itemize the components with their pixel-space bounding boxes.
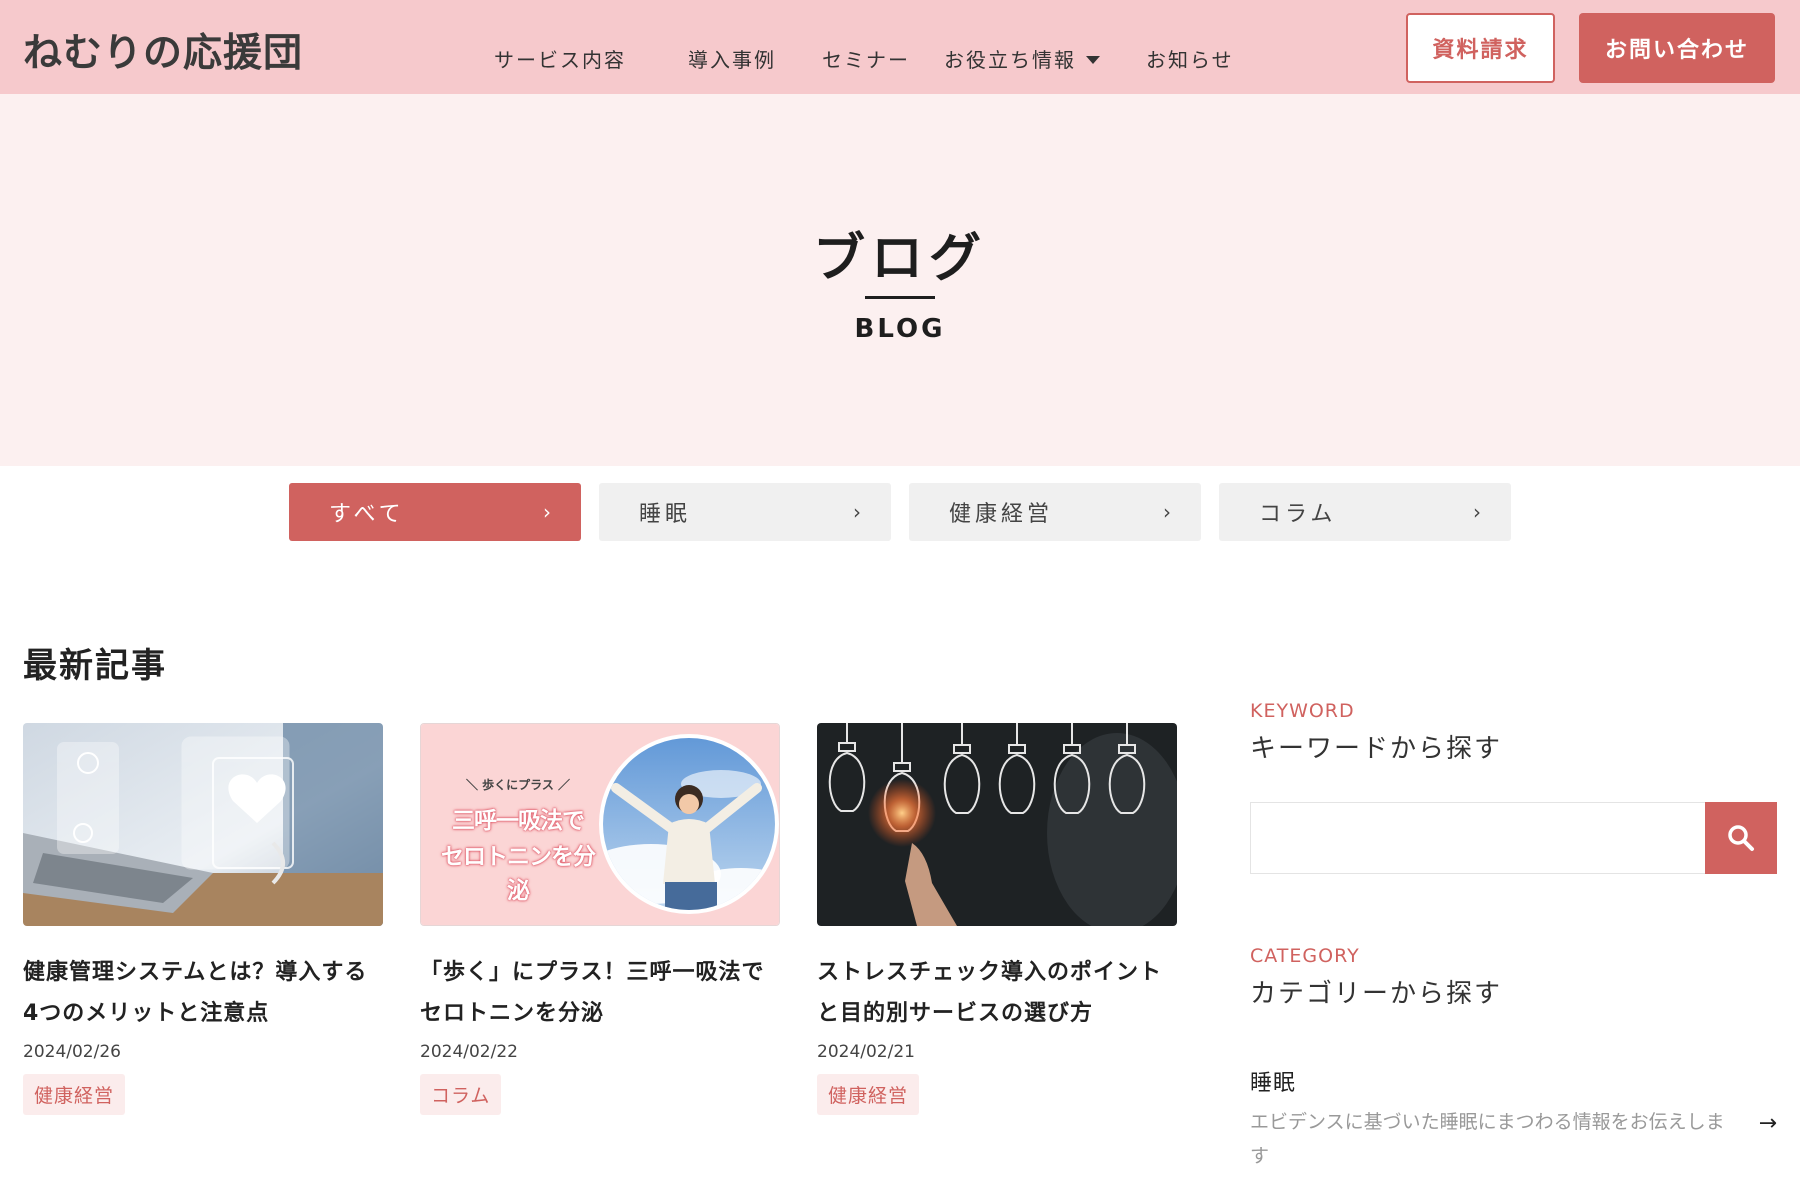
tab-label: すべて [329, 502, 405, 527]
site-header: ねむりの応援団 サービス内容 導入事例 セミナー お役立ち情報 お知らせ 資料請… [0, 0, 1800, 94]
keyword-search [1250, 802, 1777, 874]
search-button[interactable] [1705, 802, 1777, 874]
laptop-health-illustration [23, 723, 383, 926]
chevron-right-icon: › [1473, 500, 1481, 524]
lightbulbs-illustration [817, 723, 1177, 926]
category-item-name: 睡眠 [1250, 1071, 1297, 1096]
post-date: 2024/02/21 [817, 1042, 915, 1062]
thumbnail-caption-small: ＼ 歩くにプラス ／ [465, 778, 571, 792]
search-input[interactable] [1250, 802, 1705, 874]
latest-posts-heading: 最新記事 [23, 646, 167, 686]
post-card[interactable]: ＼ 歩くにプラス ／ 三呼一吸法で セロトニンを分泌 「歩く」にプラス！三呼一吸… [420, 723, 780, 1115]
page-title: ブログ [812, 229, 987, 289]
caret-down-icon [1086, 55, 1100, 64]
nav-useful-info[interactable]: お役立ち情報 [944, 44, 1100, 73]
tab-all[interactable]: すべて › [289, 483, 581, 541]
request-documents-button[interactable]: 資料請求 [1406, 13, 1555, 83]
arrow-right-icon: → [1758, 1111, 1777, 1136]
tab-label: 健康経営 [949, 502, 1054, 527]
chevron-right-icon: › [1163, 500, 1171, 524]
tab-label: コラム [1259, 502, 1337, 527]
post-date: 2024/02/26 [23, 1042, 121, 1062]
site-logo[interactable]: ねむりの応援団 [23, 22, 303, 78]
category-item-sleep[interactable]: 睡眠 エビデンスに基づいた睡眠にまつわる情報をお伝えします → [1250, 1065, 1777, 1173]
post-card[interactable]: 健康管理システムとは？導入する4つのメリットと注意点 2024/02/26 健康… [23, 723, 383, 1115]
nav-useful-info-label: お役立ち情報 [944, 48, 1076, 72]
thumbnail-caption-line1: 三呼一吸法で [452, 808, 585, 834]
post-title[interactable]: ストレスチェック導入のポイントと目的別サービスの選び方 [817, 952, 1177, 1034]
chevron-right-icon: › [543, 500, 551, 524]
contact-button[interactable]: お問い合わせ [1579, 13, 1775, 83]
keyword-heading-en: KEYWORD [1250, 700, 1355, 722]
tab-health-management[interactable]: 健康経営 › [909, 483, 1201, 541]
category-item-description: エビデンスに基づいた睡眠にまつわる情報をお伝えします [1250, 1111, 1725, 1167]
post-title[interactable]: 健康管理システムとは？導入する4つのメリットと注意点 [23, 952, 383, 1034]
sidebar: KEYWORD キーワードから探す CATEGORY カテゴリーから探す 睡眠 … [1250, 700, 1777, 1167]
nav-news[interactable]: お知らせ [1146, 44, 1234, 73]
nav-services[interactable]: サービス内容 [494, 44, 626, 73]
post-category-badge[interactable]: 健康経営 [23, 1074, 126, 1115]
tab-label: 睡眠 [639, 502, 692, 527]
nav-seminar[interactable]: セミナー [822, 44, 910, 73]
title-divider [865, 296, 935, 299]
tab-sleep[interactable]: 睡眠 › [599, 483, 891, 541]
category-section: CATEGORY カテゴリーから探す 睡眠 エビデンスに基づいた睡眠にまつわる情… [1250, 945, 1777, 1167]
post-thumbnail[interactable] [817, 723, 1177, 926]
post-thumbnail[interactable]: ＼ 歩くにプラス ／ 三呼一吸法で セロトニンを分泌 [420, 723, 780, 926]
post-thumbnail[interactable] [23, 723, 383, 926]
keyword-heading: キーワードから探す [1250, 734, 1503, 764]
tab-column[interactable]: コラム › [1219, 483, 1511, 541]
post-card[interactable]: ストレスチェック導入のポイントと目的別サービスの選び方 2024/02/21 健… [817, 723, 1177, 1115]
page-subtitle: BLOG [854, 314, 946, 344]
post-category-badge[interactable]: コラム [420, 1074, 502, 1115]
post-date: 2024/02/22 [420, 1042, 518, 1062]
nav-case-studies[interactable]: 導入事例 [688, 44, 776, 73]
post-title[interactable]: 「歩く」にプラス！三呼一吸法でセロトニンを分泌 [420, 952, 780, 1034]
post-category-badge[interactable]: 健康経営 [817, 1074, 920, 1115]
category-heading-en: CATEGORY [1250, 945, 1360, 967]
chevron-right-icon: › [853, 500, 861, 524]
page-hero: ブログ BLOG [0, 94, 1800, 466]
search-icon [1728, 825, 1754, 851]
thumbnail-caption-line2: セロトニンを分泌 [441, 844, 596, 904]
category-heading: カテゴリーから探す [1250, 979, 1503, 1009]
